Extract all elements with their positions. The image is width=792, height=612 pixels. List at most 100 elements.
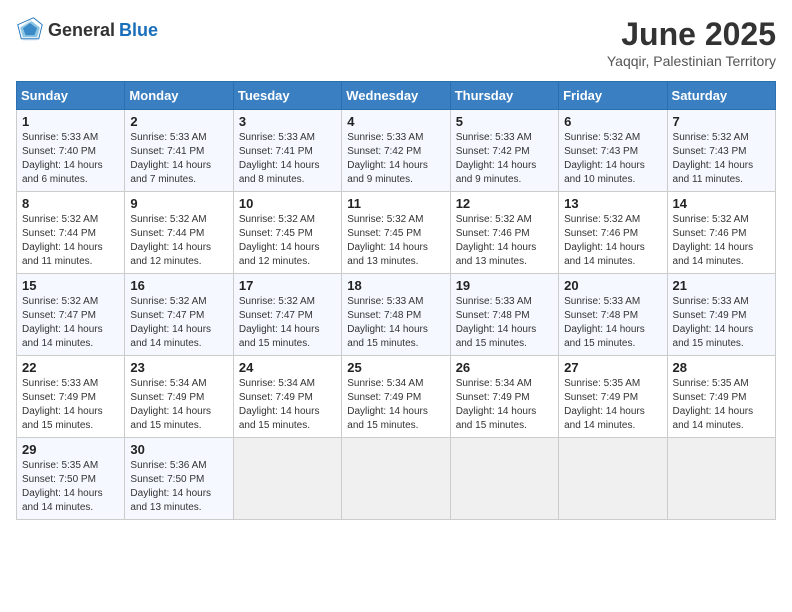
weekday-header-thursday: Thursday <box>450 82 558 110</box>
calendar-cell: 5 Sunrise: 5:33 AMSunset: 7:42 PMDaylight… <box>450 110 558 192</box>
day-number: 9 <box>130 196 227 211</box>
calendar-cell: 9 Sunrise: 5:32 AMSunset: 7:44 PMDaylight… <box>125 192 233 274</box>
calendar-cell: 17 Sunrise: 5:32 AMSunset: 7:47 PMDayligh… <box>233 274 341 356</box>
day-info: Sunrise: 5:32 AMSunset: 7:46 PMDaylight:… <box>673 213 770 269</box>
day-info: Sunrise: 5:33 AMSunset: 7:40 PMDaylight:… <box>22 131 119 187</box>
day-info: Sunrise: 5:32 AMSunset: 7:43 PMDaylight:… <box>564 131 661 187</box>
day-info: Sunrise: 5:35 AMSunset: 7:49 PMDaylight:… <box>564 377 661 433</box>
calendar-cell: 25Sunrise: 5:34 AMSunset: 7:49 PMDayligh… <box>342 356 450 438</box>
calendar-table: SundayMondayTuesdayWednesdayThursdayFrid… <box>16 81 776 520</box>
logo-general-text: General <box>48 20 115 41</box>
day-number: 25 <box>347 360 444 375</box>
day-number: 5 <box>456 114 553 129</box>
day-info: Sunrise: 5:32 AMSunset: 7:47 PMDaylight:… <box>130 295 227 351</box>
day-number: 21 <box>673 278 770 293</box>
calendar-cell: 28 Sunrise: 5:35 AMSunset: 7:49 PMDayligh… <box>667 356 775 438</box>
subtitle: Yaqqir, Palestinian Territory <box>607 53 776 69</box>
calendar-cell: 10Sunrise: 5:32 AMSunset: 7:45 PMDayligh… <box>233 192 341 274</box>
day-info: Sunrise: 5:32 AMSunset: 7:45 PMDaylight:… <box>239 213 336 269</box>
weekday-header-sunday: Sunday <box>17 82 125 110</box>
calendar-cell: 7 Sunrise: 5:32 AMSunset: 7:43 PMDaylight… <box>667 110 775 192</box>
weekday-header-tuesday: Tuesday <box>233 82 341 110</box>
logo-blue-text: Blue <box>119 20 158 41</box>
day-info: Sunrise: 5:33 AMSunset: 7:49 PMDaylight:… <box>673 295 770 351</box>
day-info: Sunrise: 5:32 AMSunset: 7:44 PMDaylight:… <box>130 213 227 269</box>
title-area: June 2025 Yaqqir, Palestinian Territory <box>607 16 776 69</box>
calendar-cell: 20 Sunrise: 5:33 AMSunset: 7:48 PMDayligh… <box>559 274 667 356</box>
day-info: Sunrise: 5:33 AMSunset: 7:48 PMDaylight:… <box>564 295 661 351</box>
header-row: SundayMondayTuesdayWednesdayThursdayFrid… <box>17 82 776 110</box>
calendar-week-row: 1Sunrise: 5:33 AMSunset: 7:40 PMDaylight… <box>17 110 776 192</box>
calendar-week-row: 22Sunrise: 5:33 AMSunset: 7:49 PMDayligh… <box>17 356 776 438</box>
day-number: 6 <box>564 114 661 129</box>
day-number: 30 <box>130 442 227 457</box>
calendar-cell: 13 Sunrise: 5:32 AMSunset: 7:46 PMDayligh… <box>559 192 667 274</box>
weekday-header-wednesday: Wednesday <box>342 82 450 110</box>
calendar-week-row: 15 Sunrise: 5:32 AMSunset: 7:47 PMDayligh… <box>17 274 776 356</box>
calendar-cell: 2 Sunrise: 5:33 AMSunset: 7:41 PMDaylight… <box>125 110 233 192</box>
day-info: Sunrise: 5:32 AMSunset: 7:46 PMDaylight:… <box>564 213 661 269</box>
day-info: Sunrise: 5:33 AMSunset: 7:42 PMDaylight:… <box>347 131 444 187</box>
day-number: 16 <box>130 278 227 293</box>
calendar-cell: 21 Sunrise: 5:33 AMSunset: 7:49 PMDayligh… <box>667 274 775 356</box>
calendar-cell: 11 Sunrise: 5:32 AMSunset: 7:45 PMDayligh… <box>342 192 450 274</box>
day-info: Sunrise: 5:32 AMSunset: 7:44 PMDaylight:… <box>22 213 119 269</box>
day-info: Sunrise: 5:35 AMSunset: 7:50 PMDaylight:… <box>22 459 119 515</box>
day-info: Sunrise: 5:34 AMSunset: 7:49 PMDaylight:… <box>456 377 553 433</box>
calendar-cell: 15 Sunrise: 5:32 AMSunset: 7:47 PMDayligh… <box>17 274 125 356</box>
generalblue-icon <box>16 16 44 44</box>
calendar-cell: 18Sunrise: 5:33 AMSunset: 7:48 PMDayligh… <box>342 274 450 356</box>
day-info: Sunrise: 5:33 AMSunset: 7:48 PMDaylight:… <box>347 295 444 351</box>
calendar-cell <box>559 438 667 520</box>
day-number: 28 <box>673 360 770 375</box>
day-number: 15 <box>22 278 119 293</box>
calendar-week-row: 8 Sunrise: 5:32 AMSunset: 7:44 PMDaylight… <box>17 192 776 274</box>
calendar-cell: 3Sunrise: 5:33 AMSunset: 7:41 PMDaylight… <box>233 110 341 192</box>
calendar-cell: 30 Sunrise: 5:36 AMSunset: 7:50 PMDayligh… <box>125 438 233 520</box>
day-info: Sunrise: 5:35 AMSunset: 7:49 PMDaylight:… <box>673 377 770 433</box>
calendar-cell <box>667 438 775 520</box>
day-number: 12 <box>456 196 553 211</box>
day-number: 13 <box>564 196 661 211</box>
day-number: 24 <box>239 360 336 375</box>
logo: General Blue <box>16 16 158 44</box>
main-title: June 2025 <box>607 16 776 53</box>
day-number: 29 <box>22 442 119 457</box>
calendar-cell: 22Sunrise: 5:33 AMSunset: 7:49 PMDayligh… <box>17 356 125 438</box>
day-info: Sunrise: 5:34 AMSunset: 7:49 PMDaylight:… <box>239 377 336 433</box>
calendar-cell: 27 Sunrise: 5:35 AMSunset: 7:49 PMDayligh… <box>559 356 667 438</box>
calendar-cell <box>450 438 558 520</box>
day-info: Sunrise: 5:33 AMSunset: 7:42 PMDaylight:… <box>456 131 553 187</box>
calendar-cell <box>233 438 341 520</box>
weekday-header-friday: Friday <box>559 82 667 110</box>
day-info: Sunrise: 5:32 AMSunset: 7:47 PMDaylight:… <box>22 295 119 351</box>
day-number: 17 <box>239 278 336 293</box>
day-info: Sunrise: 5:34 AMSunset: 7:49 PMDaylight:… <box>130 377 227 433</box>
day-info: Sunrise: 5:33 AMSunset: 7:48 PMDaylight:… <box>456 295 553 351</box>
calendar-cell <box>342 438 450 520</box>
day-number: 2 <box>130 114 227 129</box>
calendar-cell: 24 Sunrise: 5:34 AMSunset: 7:49 PMDayligh… <box>233 356 341 438</box>
header: General Blue June 2025 Yaqqir, Palestini… <box>16 16 776 69</box>
calendar-cell: 4Sunrise: 5:33 AMSunset: 7:42 PMDaylight… <box>342 110 450 192</box>
calendar-week-row: 29 Sunrise: 5:35 AMSunset: 7:50 PMDayligh… <box>17 438 776 520</box>
calendar-cell: 26Sunrise: 5:34 AMSunset: 7:49 PMDayligh… <box>450 356 558 438</box>
day-number: 11 <box>347 196 444 211</box>
day-number: 23 <box>130 360 227 375</box>
day-info: Sunrise: 5:32 AMSunset: 7:47 PMDaylight:… <box>239 295 336 351</box>
day-number: 22 <box>22 360 119 375</box>
weekday-header-saturday: Saturday <box>667 82 775 110</box>
day-number: 8 <box>22 196 119 211</box>
day-number: 7 <box>673 114 770 129</box>
calendar-cell: 14Sunrise: 5:32 AMSunset: 7:46 PMDayligh… <box>667 192 775 274</box>
day-info: Sunrise: 5:33 AMSunset: 7:41 PMDaylight:… <box>130 131 227 187</box>
weekday-header-monday: Monday <box>125 82 233 110</box>
day-info: Sunrise: 5:36 AMSunset: 7:50 PMDaylight:… <box>130 459 227 515</box>
calendar-cell: 16 Sunrise: 5:32 AMSunset: 7:47 PMDayligh… <box>125 274 233 356</box>
calendar-cell: 6 Sunrise: 5:32 AMSunset: 7:43 PMDaylight… <box>559 110 667 192</box>
day-number: 20 <box>564 278 661 293</box>
calendar-cell: 1Sunrise: 5:33 AMSunset: 7:40 PMDaylight… <box>17 110 125 192</box>
day-info: Sunrise: 5:32 AMSunset: 7:45 PMDaylight:… <box>347 213 444 269</box>
day-info: Sunrise: 5:32 AMSunset: 7:43 PMDaylight:… <box>673 131 770 187</box>
day-number: 27 <box>564 360 661 375</box>
